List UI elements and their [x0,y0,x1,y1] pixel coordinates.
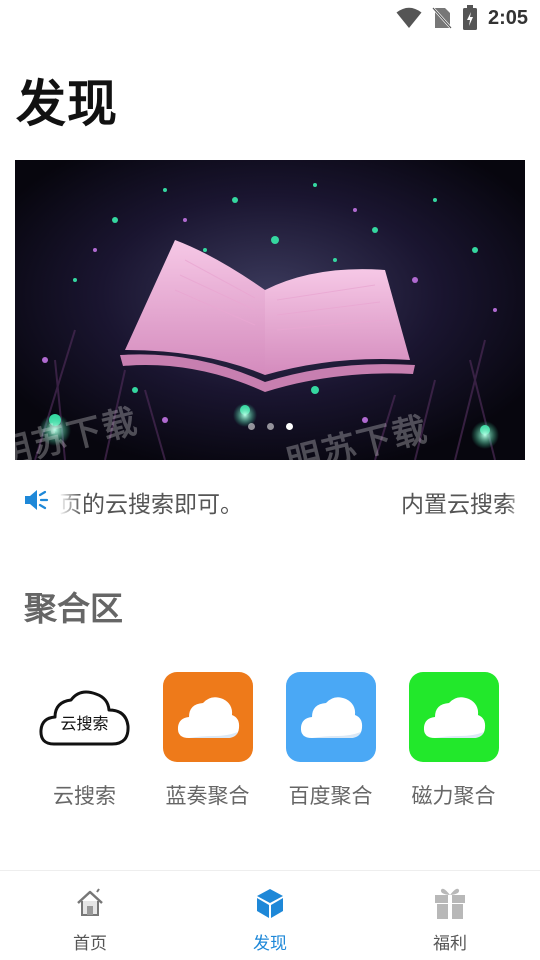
tile-cloud-search[interactable]: 云搜索 云搜索 [23,672,146,810]
carousel-dot-active[interactable] [285,423,293,430]
tile-lanzou[interactable]: 蓝奏聚合 [146,672,269,810]
no-sim-icon [432,6,452,30]
status-bar: 2:05 [0,0,540,36]
wifi-icon [396,7,422,29]
banner-carousel[interactable]: 明苏下载 明苏下载 [15,160,525,460]
nav-label: 福利 [433,934,467,954]
nav-label: 首页 [73,934,107,954]
home-icon [72,885,108,921]
tile-label: 百度聚合 [288,784,373,808]
tile-label: 蓝奏聚合 [165,784,250,808]
cloud-search-icon: 云搜索 [38,672,130,762]
cloud-icon [408,672,499,762]
cloud-search-badge: 云搜索 [60,714,109,733]
cloud-icon [162,672,253,762]
carousel-dot[interactable] [247,423,255,430]
nav-label: 发现 [253,934,287,954]
cloud-icon [285,672,376,762]
tile-magnet[interactable]: 磁力聚合 [392,672,515,810]
notice-marquee[interactable]: 页的云搜索即可。 内置云搜索 [15,478,525,522]
notice-track: 页的云搜索即可。 内置云搜索 [59,478,525,522]
notice-text: 页的云搜索即可。 [59,492,243,518]
battery-charging-icon [462,5,478,31]
bottom-nav: 首页 发现 福利 [0,870,540,960]
cube-icon [252,885,288,921]
section-title: 聚合区 [24,589,123,628]
status-time: 2:05 [487,6,528,29]
page-title: 发现 [16,75,118,133]
notice-fade [507,478,525,522]
nav-item-home[interactable]: 首页 [0,871,180,960]
tile-label: 云搜索 [53,784,116,808]
speaker-icon [23,488,51,512]
tile-label: 磁力聚合 [411,784,496,808]
nav-item-welfare[interactable]: 福利 [360,871,540,960]
notice-fade [59,478,81,522]
carousel-indicator [15,423,525,430]
tile-baidu[interactable]: 百度聚合 [269,672,392,810]
carousel-dot[interactable] [266,423,274,430]
discover-screen: 2:05 发现 明苏下载 明苏下载 页的云搜索即可。 内置云搜索 聚合区 云搜索… [0,0,540,960]
notice-text: 内置云搜索 [401,492,516,518]
gift-icon [432,885,468,921]
aggregate-grid: 云搜索 云搜索 蓝奏聚合 百度聚合 磁力聚合 [23,672,523,810]
nav-item-discover[interactable]: 发现 [180,871,360,960]
